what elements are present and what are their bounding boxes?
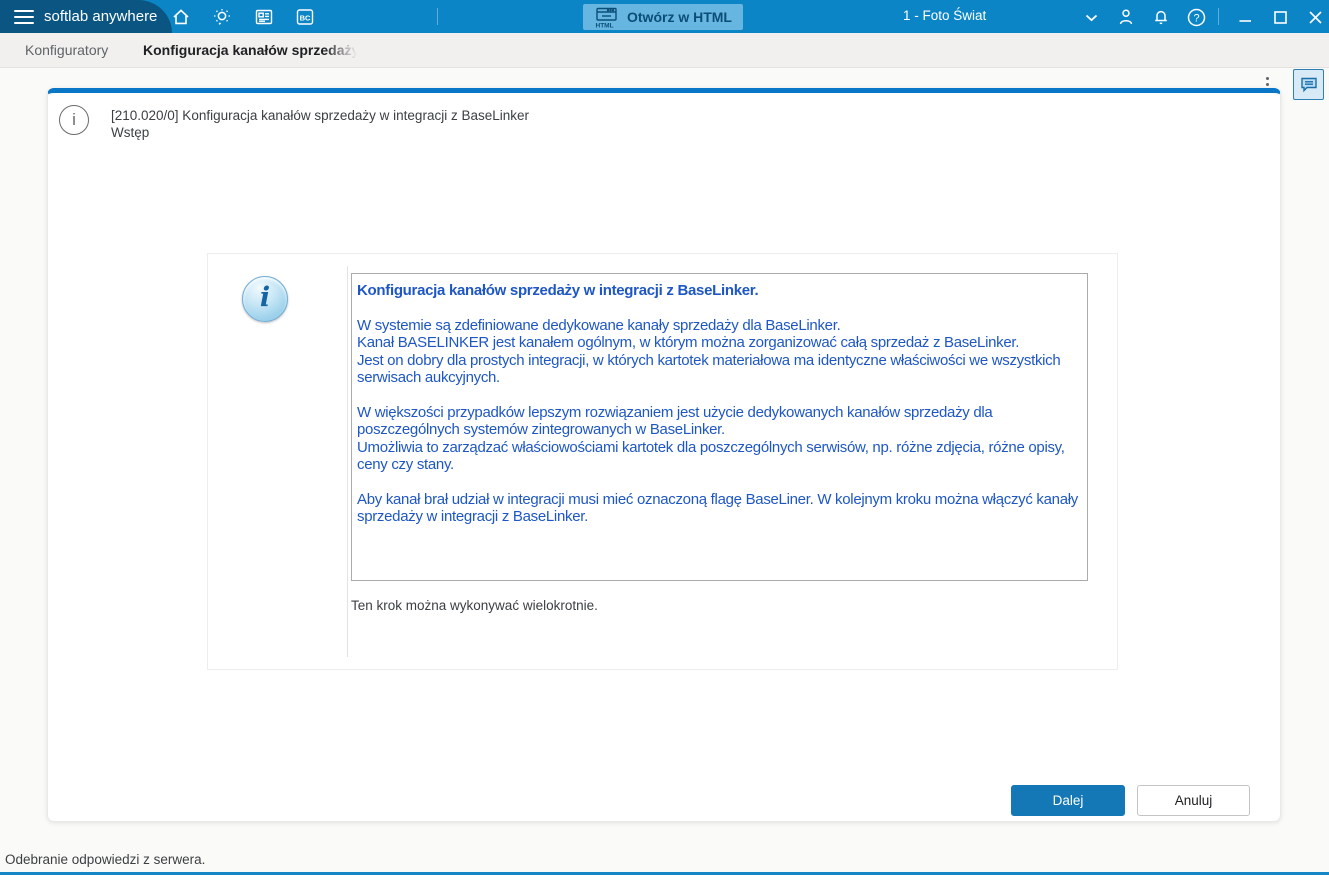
info-paragraph-3: Aby kanał brał udział w integracji musi … [357, 490, 1078, 526]
svg-text:?: ? [1193, 12, 1199, 24]
svg-text:HTML: HTML [596, 23, 614, 30]
news-icon[interactable] [253, 6, 275, 28]
open-in-html-label: Otwórz w HTML [627, 9, 732, 25]
info-heading: Konfiguracja kanałów sprzedaży w integra… [357, 282, 759, 299]
minimize-button[interactable] [1233, 5, 1257, 29]
user-icon[interactable] [1115, 6, 1137, 28]
tab-bar: Konfiguratory Konfiguracja kanałów sprze… [0, 33, 1329, 100]
maximize-button[interactable] [1268, 5, 1292, 29]
help-icon[interactable]: ? [1185, 6, 1207, 28]
status-message: Odebranie odpowiedzi z serwera. [5, 852, 206, 867]
close-button[interactable] [1303, 5, 1327, 29]
app-brand: softlab anywhere [0, 0, 172, 33]
wizard-code-title: [210.020/0] Konfiguracja kanałów sprzeda… [111, 108, 529, 123]
wizard-step-title: Wstęp [111, 125, 150, 140]
company-selector-label[interactable]: 1 - Foto Świat [903, 8, 986, 23]
wizard-info-icon-letter: i [72, 110, 76, 129]
notifications-bell-icon[interactable] [1150, 6, 1172, 28]
svg-text:BC: BC [300, 14, 311, 23]
bc-module-icon[interactable]: BC [294, 6, 316, 28]
panel-divider [347, 266, 348, 657]
info-paragraph-2: W większości przypadków lepszym rozwiąza… [357, 403, 1065, 474]
wizard-info-icon: i [59, 105, 89, 135]
chat-toggle-button[interactable] [1293, 69, 1324, 100]
tab-konfiguracja-kanalow[interactable]: Konfiguracja kanałów sprzedaży [143, 33, 357, 67]
wizard-header: [210.020/0] Konfiguracja kanałów sprzeda… [111, 107, 529, 141]
next-button[interactable]: Dalej [1011, 785, 1125, 816]
home-icon[interactable] [170, 6, 192, 28]
status-bar: Odebranie odpowiedzi z serwera. [0, 848, 1329, 875]
info-glossy-icon: i [242, 276, 288, 322]
chevron-down-icon[interactable] [1080, 7, 1102, 29]
tab-konfiguratory-label: Konfiguratory [25, 42, 109, 58]
repeat-note: Ten krok można wykonywać wielokrotnie. [351, 598, 598, 613]
info-text-box: Konfiguracja kanałów sprzedaży w integra… [351, 273, 1088, 581]
info-paragraph-1: W systemie są zdefiniowane dedykowane ka… [357, 316, 1061, 387]
open-in-html-button[interactable]: HTML Otwórz w HTML [583, 4, 743, 30]
titlebar-separator [437, 8, 438, 25]
chat-bubble-icon [1300, 77, 1317, 93]
brightness-icon[interactable] [211, 6, 233, 28]
titlebar-separator-2 [1218, 8, 1219, 25]
titlebar: softlab anywhere BC HTML Otwórz w HTML 1… [0, 0, 1329, 33]
app-name: softlab anywhere [44, 8, 158, 25]
info-glossy-icon-letter: i [259, 282, 271, 313]
hamburger-menu-icon[interactable] [14, 6, 34, 28]
wizard-card: i [210.020/0] Konfiguracja kanałów sprze… [47, 88, 1281, 822]
cancel-button[interactable]: Anuluj [1137, 785, 1250, 816]
html-window-icon: HTML [596, 7, 617, 30]
tab-konfiguratory[interactable]: Konfiguratory [25, 33, 108, 67]
wizard-step-panel: i Konfiguracja kanałów sprzedaży w integ… [207, 253, 1118, 670]
tab-konfiguracja-label: Konfiguracja kanałów sprzedaży [143, 42, 357, 58]
